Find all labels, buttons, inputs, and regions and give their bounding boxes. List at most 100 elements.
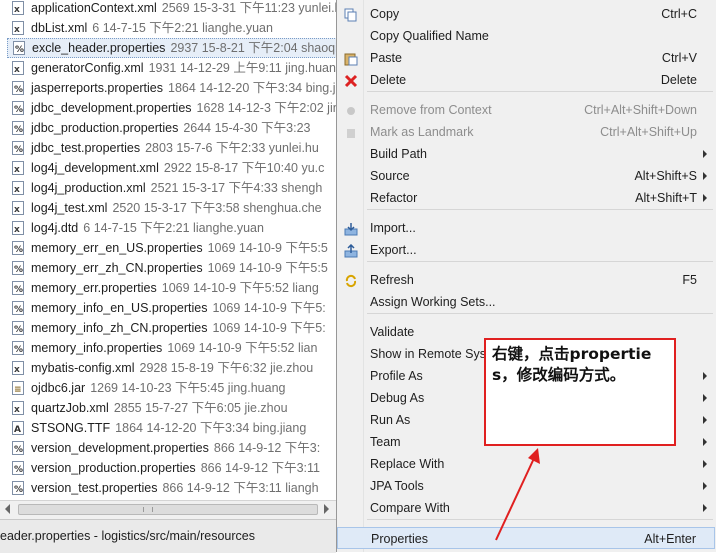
- file-name-text: memory_info.properties: [31, 341, 163, 355]
- properties-file-icon: %: [12, 241, 24, 255]
- menu-item-import[interactable]: Import...: [337, 217, 715, 239]
- scrollbar-thumb[interactable]: [18, 504, 318, 515]
- file-meta-text: 1269 14-10-23 下午5:45 jing.huang: [90, 381, 286, 395]
- file-row[interactable]: x log4j_development.xml 2922 15-8-17 下午10:…: [0, 158, 336, 178]
- file-row[interactable]: x dbList.xml 6 14-7-15 下午2:21 lianghe.yuan: [0, 18, 336, 38]
- file-row[interactable]: A STSONG.TTF 1864 14-12-20 下午3:34 bing.jia…: [0, 418, 336, 438]
- file-row[interactable]: x log4j.dtd 6 14-7-15 下午2:21 lianghe.yuan: [0, 218, 336, 238]
- menu-item-copy[interactable]: Copy Ctrl+C: [337, 3, 715, 25]
- file-name: generatorConfig.xml 1931 14-12-29 上午9:11 …: [31, 58, 336, 78]
- menu-item-mark-as-landmark[interactable]: Mark as Landmark Ctrl+Alt+Shift+Up: [337, 121, 715, 143]
- menu-item-refresh[interactable]: Refresh F5: [337, 269, 715, 291]
- refresh-icon: [344, 273, 358, 288]
- xml-file-icon: x: [12, 61, 24, 75]
- file-row[interactable]: x applicationContext.xml 2569 15-3-31 下午11…: [0, 0, 336, 18]
- menu-item-source[interactable]: Source Alt+Shift+S: [337, 165, 715, 187]
- menu-item-refactor[interactable]: Refactor Alt+Shift+T: [337, 187, 715, 209]
- file-row[interactable]: x quartzJob.xml 2855 15-7-27 下午6:05 jie.zh…: [0, 398, 336, 418]
- file-row[interactable]: % jasperreports.properties 1864 14-12-20 下…: [0, 78, 336, 98]
- file-row[interactable]: % version_development.properties 866 14-9-…: [0, 438, 336, 458]
- menu-item-copy-qualified-name[interactable]: Copy Qualified Name: [337, 25, 715, 47]
- scroll-left-arrow-icon[interactable]: [5, 504, 10, 514]
- file-name-text: log4j_test.xml: [31, 201, 108, 215]
- file-row[interactable]: % memory_info_zh_CN.properties 1069 14-10-…: [0, 318, 336, 338]
- file-meta-text: 1069 14-10-9 下午5:52 lian: [167, 341, 318, 355]
- svg-text:%: %: [14, 305, 23, 315]
- menu-item-label: Source: [370, 169, 410, 183]
- file-meta-text: 1628 14-12-3 下午2:02 jing: [196, 101, 336, 115]
- file-meta-text: 1069 14-10-9 下午5:5: [207, 241, 328, 255]
- file-name: log4j_production.xml 2521 15-3-17 下午4:33 …: [31, 178, 322, 198]
- paste-icon: [344, 51, 358, 66]
- menu-item-build-path[interactable]: Build Path: [337, 143, 715, 165]
- file-name: jdbc_production.properties 2644 15-4-30 下…: [31, 118, 311, 138]
- file-name: memory_err.properties 1069 14-10-9 下午5:52…: [31, 278, 319, 298]
- svg-text:x: x: [14, 25, 20, 35]
- menu-separator: [367, 91, 713, 92]
- file-name-text: jdbc_test.properties: [31, 141, 141, 155]
- menu-separator: [367, 313, 713, 314]
- file-row[interactable]: x generatorConfig.xml 1931 14-12-29 上午9:11…: [0, 58, 336, 78]
- file-name-text: jdbc_production.properties: [31, 121, 179, 135]
- xml-file-icon: x: [12, 21, 24, 35]
- file-row[interactable]: ≡ ojdbc6.jar 1269 14-10-23 下午5:45 jing.hua…: [0, 378, 336, 398]
- horizontal-scrollbar[interactable]: [0, 500, 336, 519]
- file-name: dbList.xml 6 14-7-15 下午2:21 lianghe.yuan: [31, 18, 273, 38]
- menu-item-label: Refresh: [370, 273, 414, 287]
- file-row[interactable]: % memory_err_en_US.properties 1069 14-10-9…: [0, 238, 336, 258]
- file-row[interactable]: x log4j_test.xml 2520 15-3-17 下午3:58 sheng…: [0, 198, 336, 218]
- svg-text:%: %: [14, 125, 23, 135]
- file-row[interactable]: % jdbc_development.properties 1628 14-12-3…: [0, 98, 336, 118]
- file-meta-text: 2803 15-7-6 下午2:33 yunlei.hu: [145, 141, 319, 155]
- file-row[interactable]: % excle_header.properties 2937 15-8-21 下午2…: [7, 38, 336, 58]
- file-meta-text: 1069 14-10-9 下午5:52 liang: [161, 281, 319, 295]
- properties-file-icon: %: [12, 321, 24, 335]
- file-name-text: memory_err_en_US.properties: [31, 241, 203, 255]
- menu-item-paste[interactable]: Paste Ctrl+V: [337, 47, 715, 69]
- file-row[interactable]: % jdbc_test.properties 2803 15-7-6 下午2:33 …: [0, 138, 336, 158]
- menu-item-label: Remove from Context: [370, 103, 492, 117]
- menu-item-delete[interactable]: Delete Delete: [337, 69, 715, 91]
- file-meta-text: 6 14-7-15 下午2:21 lianghe.yuan: [92, 21, 273, 35]
- menu-item-assign-working-sets[interactable]: Assign Working Sets...: [337, 291, 715, 313]
- file-row[interactable]: % version_production.properties 866 14-9-1…: [0, 458, 336, 478]
- menu-item-shortcut: Ctrl+C: [661, 7, 697, 21]
- scroll-right-arrow-icon[interactable]: [324, 504, 329, 514]
- svg-text:x: x: [14, 5, 20, 15]
- file-row[interactable]: % memory_err.properties 1069 14-10-9 下午5:5…: [0, 278, 336, 298]
- file-row[interactable]: % version_test.properties 866 14-9-12 下午3:…: [0, 478, 336, 498]
- submenu-arrow-icon: [703, 482, 707, 490]
- submenu-arrow-icon: [703, 194, 707, 202]
- svg-text:%: %: [14, 105, 23, 115]
- file-row[interactable]: x log4j_production.xml 2521 15-3-17 下午4:33…: [0, 178, 336, 198]
- svg-text:%: %: [14, 485, 23, 495]
- file-row[interactable]: % jdbc_production.properties 2644 15-4-30 …: [0, 118, 336, 138]
- file-row[interactable]: % memory_info.properties 1069 14-10-9 下午5:…: [0, 338, 336, 358]
- svg-text:%: %: [15, 45, 24, 55]
- menu-item-export[interactable]: Export...: [337, 239, 715, 261]
- file-name-text: log4j_development.xml: [31, 161, 159, 175]
- menu-item-shortcut: Alt+Shift+T: [635, 191, 697, 205]
- menu-item-label: Debug As: [370, 391, 425, 405]
- menu-item-label: Delete: [370, 73, 407, 87]
- menu-item-shortcut: Ctrl+Alt+Shift+Down: [584, 103, 697, 117]
- file-row[interactable]: x mybatis-config.xml 2928 15-8-19 下午6:32 j…: [0, 358, 336, 378]
- file-row[interactable]: % memory_err_zh_CN.properties 1069 14-10-9…: [0, 258, 336, 278]
- export-icon: [344, 243, 358, 258]
- file-meta-text: 2937 15-8-21 下午2:04 shaoqiang: [170, 41, 336, 55]
- properties-file-icon: %: [12, 261, 24, 275]
- svg-text:%: %: [14, 285, 23, 295]
- svg-text:%: %: [14, 465, 23, 475]
- svg-text:x: x: [14, 365, 20, 375]
- menu-item-label: Show in Remote Sys: [370, 347, 487, 361]
- file-name: log4j_test.xml 2520 15-3-17 下午3:58 shengh…: [31, 198, 322, 218]
- file-meta-text: 1864 14-12-20 下午3:34 bing.jiang: [115, 421, 307, 435]
- svg-text:%: %: [14, 445, 23, 455]
- font-file-icon: A: [12, 421, 24, 435]
- menu-item-label: Mark as Landmark: [370, 125, 474, 139]
- dtd-file-icon: x: [12, 221, 24, 235]
- menu-item-remove-from-context[interactable]: Remove from Context Ctrl+Alt+Shift+Down: [337, 99, 715, 121]
- file-name-text: jasperreports.properties: [31, 81, 164, 95]
- xml-file-icon: x: [12, 201, 24, 215]
- file-row[interactable]: % memory_info_en_US.properties 1069 14-10-…: [0, 298, 336, 318]
